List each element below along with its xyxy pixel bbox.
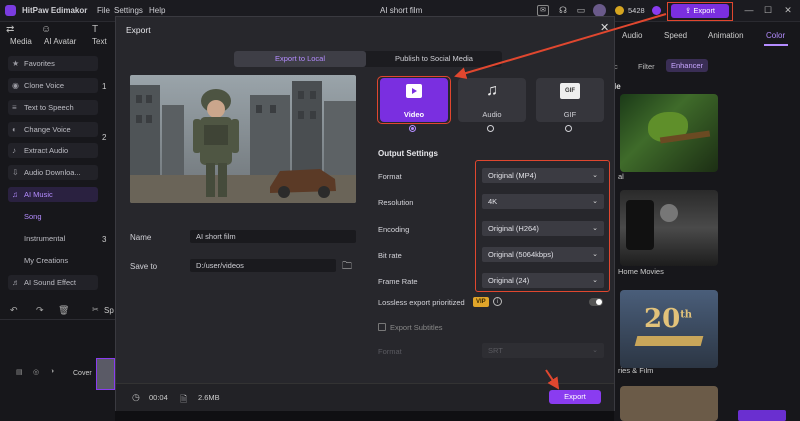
annotation-arrows [454, 13, 667, 390]
arrow-to-video [454, 13, 667, 79]
arrow-to-export [545, 369, 560, 390]
